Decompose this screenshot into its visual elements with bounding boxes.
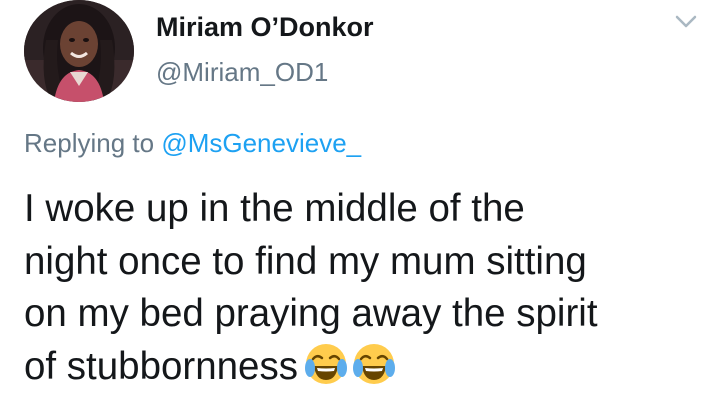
tweet-text-last-words: of stubbornness [24, 344, 298, 388]
tweet-text-line: I woke up in the middle of the [24, 187, 525, 230]
chevron-down-icon[interactable] [674, 12, 698, 32]
tweet-text-line: night once to find my mum sitting [24, 239, 587, 283]
face-with-tears-of-joy-icon [304, 342, 348, 386]
author-handle[interactable]: @Miriam_OD1 [156, 57, 328, 88]
tweet-text-line: on my bed praying away the spirit [24, 292, 598, 335]
tweet-text: I woke up in the middle of the night onc… [24, 183, 714, 393]
avatar[interactable] [24, 0, 134, 102]
replying-to-line: Replying to @MsGenevieve_ [24, 128, 361, 159]
tweet-text-line-last: of stubbornness [24, 341, 714, 394]
replying-to-label: Replying to [24, 128, 155, 158]
author-display-name[interactable]: Miriam O’Donkor [156, 12, 374, 43]
reply-mention-link[interactable]: @MsGenevieve_ [161, 128, 361, 158]
face-with-tears-of-joy-icon [352, 342, 396, 386]
tweet-card: Miriam O’Donkor @Miriam_OD1 Replying to … [0, 0, 720, 419]
